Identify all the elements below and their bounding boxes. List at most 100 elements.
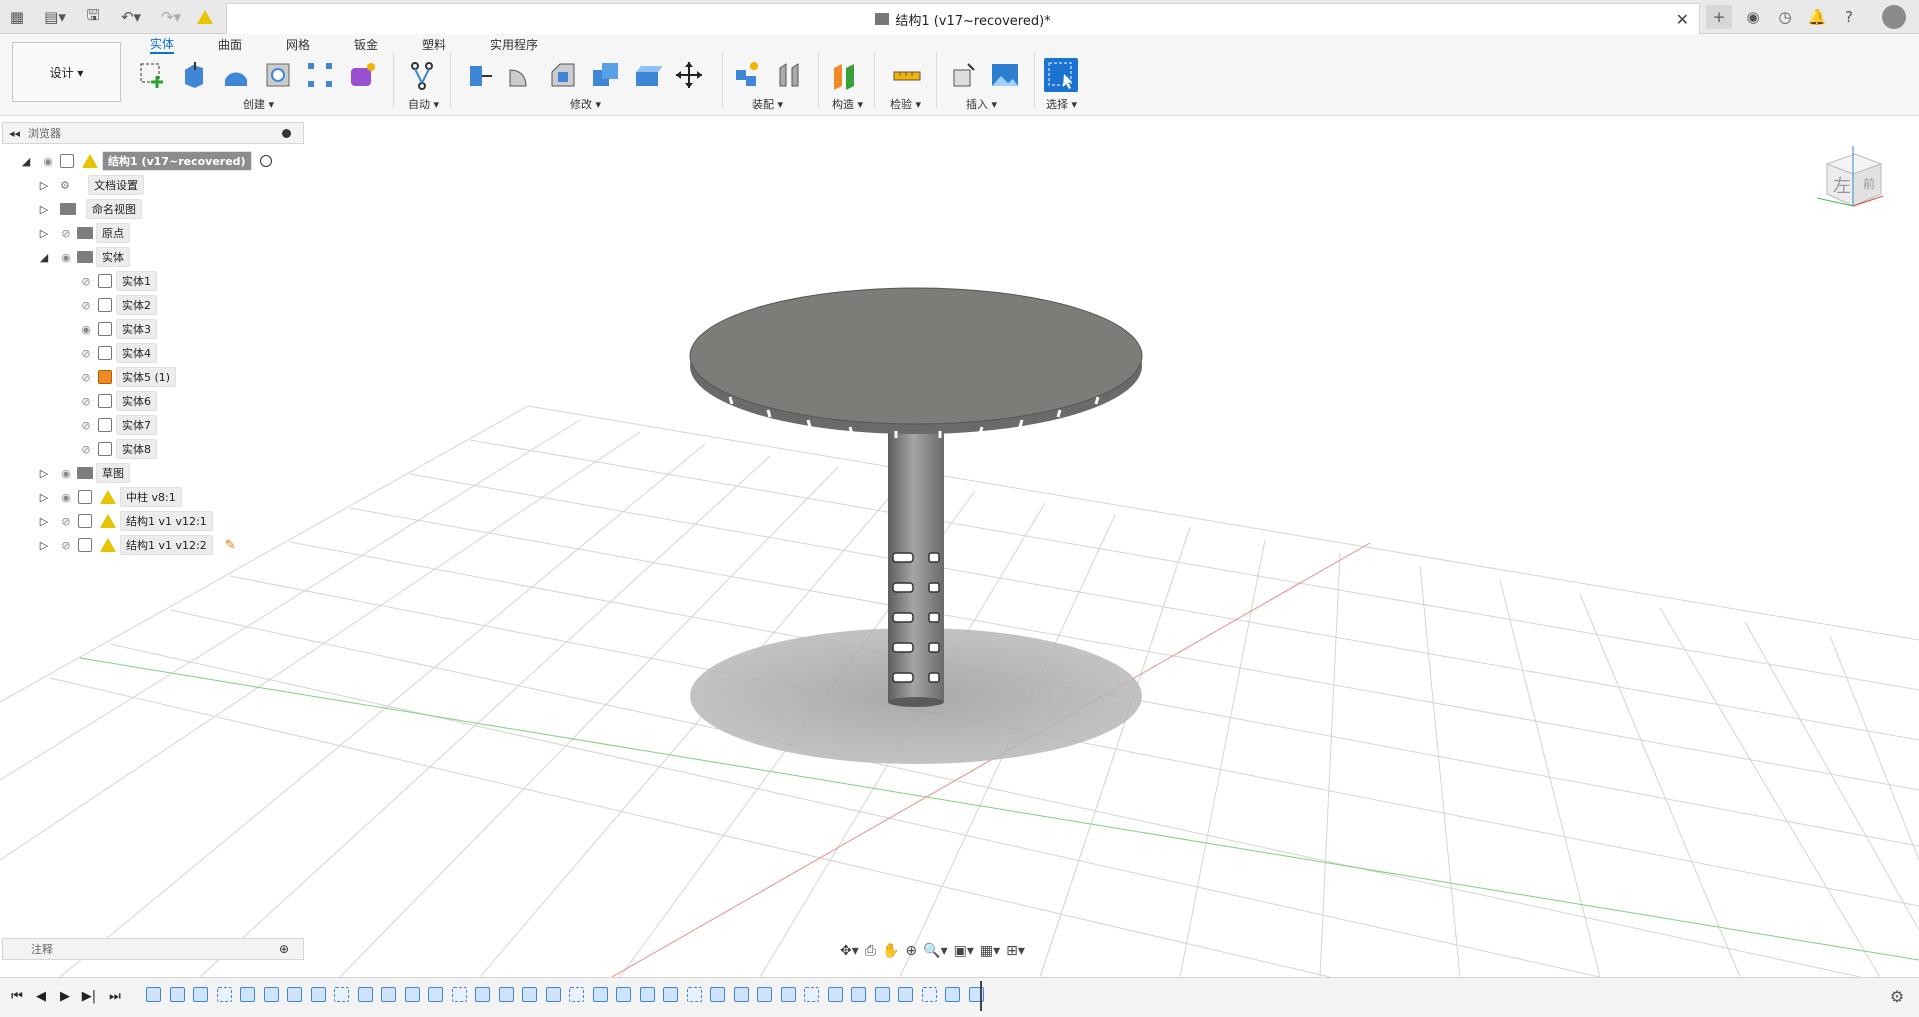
tab-solid[interactable]: 实体: [150, 34, 175, 54]
timeline-feature-icon[interactable]: [874, 987, 890, 1002]
center-column[interactable]: [888, 430, 944, 702]
hole-icon[interactable]: [261, 58, 295, 92]
add-annotation-icon[interactable]: ⊕: [279, 942, 289, 956]
save-icon[interactable]: 🖫: [82, 5, 104, 29]
collapse-icon[interactable]: ◢: [20, 155, 32, 168]
timeline-feature-icon[interactable]: [216, 987, 232, 1002]
zoom-icon[interactable]: ⊕: [905, 943, 917, 959]
move-icon[interactable]: [672, 58, 706, 92]
group-modify-label[interactable]: 修改 ▾: [570, 96, 601, 112]
timeline-feature-icon[interactable]: [569, 987, 584, 1002]
tree-item-body-6[interactable]: ⊘ 实体6: [78, 391, 157, 411]
revolve-icon[interactable]: [219, 58, 253, 92]
grid-menu-icon[interactable]: ▦: [6, 5, 28, 29]
timeline-feature-icon[interactable]: [522, 987, 537, 1002]
hidden-eye-icon[interactable]: ⊘: [78, 442, 94, 456]
timeline-feature-icon[interactable]: [193, 987, 208, 1002]
timeline-first-icon[interactable]: ⏮: [8, 987, 26, 1005]
timeline-feature-icon[interactable]: [381, 987, 396, 1002]
tab-utilities[interactable]: 实用程序: [490, 34, 538, 54]
hidden-eye-icon[interactable]: ⊘: [78, 298, 94, 312]
timeline-feature-icon[interactable]: [733, 987, 749, 1002]
tree-item-body-3[interactable]: ◉ 实体3: [78, 319, 157, 339]
timeline-feature-icon[interactable]: [240, 987, 255, 1002]
canvas-image-icon[interactable]: [988, 58, 1022, 92]
activate-radio-icon[interactable]: [259, 155, 272, 167]
timeline-feature-icon[interactable]: [616, 987, 631, 1002]
tree-item-sketches[interactable]: ▷ ◉ 草图: [38, 463, 130, 483]
annotations-panel-header[interactable]: 注释 ⊕: [2, 938, 304, 960]
pattern-icon[interactable]: [303, 58, 337, 92]
timeline-feature-icon[interactable]: [757, 987, 772, 1002]
hidden-eye-icon[interactable]: ⊘: [58, 226, 74, 240]
timeline-feature-icon[interactable]: [945, 987, 960, 1002]
tree-item-body-2[interactable]: ⊘ 实体2: [78, 295, 157, 315]
view-cube[interactable]: 左 前: [1809, 142, 1889, 222]
timeline-feature-icon[interactable]: [898, 987, 913, 1002]
extrude-icon[interactable]: [177, 58, 211, 92]
tree-item-body-5[interactable]: ⊘ 实体5 (1): [78, 367, 177, 387]
tree-item-origin[interactable]: ▷ ⊘ 原点: [38, 223, 130, 243]
visibility-eye-icon[interactable]: ◉: [58, 250, 74, 264]
visibility-eye-icon[interactable]: ◉: [58, 466, 74, 480]
workspace-switcher[interactable]: 设计 ▾: [12, 42, 121, 102]
grid-settings-icon[interactable]: ▦▾: [980, 943, 1000, 959]
timeline-feature-icon[interactable]: [498, 987, 514, 1002]
timeline-play-icon[interactable]: ▶: [56, 987, 74, 1005]
timeline-feature-icon[interactable]: [780, 987, 796, 1002]
timeline-feature-icon[interactable]: [827, 987, 843, 1002]
insert-derive-icon[interactable]: [946, 58, 980, 92]
timeline-feature-icon[interactable]: [451, 987, 467, 1002]
create-sketch-icon[interactable]: [135, 58, 169, 92]
expand-icon[interactable]: ▷: [38, 227, 50, 240]
job-status-icon[interactable]: ◷: [1772, 5, 1798, 29]
timeline-settings-gear-icon[interactable]: ⚙: [1888, 987, 1906, 1006]
tree-item-named-views[interactable]: ▷ 命名视图: [38, 199, 142, 219]
visibility-eye-icon[interactable]: ◉: [58, 490, 74, 504]
file-menu-icon[interactable]: ▤▾: [38, 5, 72, 29]
timeline-feature-icon[interactable]: [710, 987, 725, 1002]
visibility-eye-icon[interactable]: ◉: [78, 322, 94, 336]
timeline-feature-icon[interactable]: [169, 987, 185, 1002]
group-insert-label[interactable]: 插入 ▾: [966, 96, 997, 112]
timeline-feature-icon[interactable]: [263, 987, 279, 1002]
group-construct-label[interactable]: 构造 ▾: [832, 96, 863, 112]
fillet-icon[interactable]: [504, 58, 538, 92]
hidden-eye-icon[interactable]: ⊘: [58, 538, 74, 552]
tree-item-bodies[interactable]: ◢ ◉ 实体: [38, 247, 130, 267]
expand-icon[interactable]: ▷: [38, 491, 50, 504]
tree-item-body-1[interactable]: ⊘ 实体1: [78, 271, 157, 291]
timeline-marker[interactable]: [980, 981, 982, 1011]
collapse-icon[interactable]: ◢: [38, 251, 50, 264]
timeline-feature-icon[interactable]: [310, 987, 326, 1002]
visibility-eye-icon[interactable]: ◉: [40, 154, 56, 168]
timeline-prev-icon[interactable]: ◀: [32, 987, 50, 1005]
tree-item-structure-2[interactable]: ▷ ⊘ 结构1 v1 v12:2 ✎: [38, 535, 236, 555]
redo-icon[interactable]: ↷▾: [156, 5, 186, 29]
chamfer-icon[interactable]: [546, 58, 580, 92]
timeline-feature-icon[interactable]: [921, 987, 937, 1002]
zoom-window-icon[interactable]: 🔍▾: [923, 943, 947, 959]
expand-icon[interactable]: ▷: [38, 539, 50, 552]
table-top[interactable]: [689, 287, 1143, 438]
timeline-feature-icon[interactable]: [357, 987, 373, 1002]
help-icon[interactable]: ?: [1836, 5, 1862, 29]
joint-icon[interactable]: [772, 58, 806, 92]
timeline-feature-icon[interactable]: [639, 987, 655, 1002]
warning-icon[interactable]: [194, 5, 216, 29]
viewports-icon[interactable]: ⊞▾: [1006, 943, 1025, 959]
timeline-feature-icon[interactable]: [475, 987, 490, 1002]
3d-viewport[interactable]: [0, 116, 1919, 978]
tree-root[interactable]: ◢ ◉ 结构1 (v17~recovered): [20, 151, 272, 171]
display-settings-icon[interactable]: ▣▾: [954, 943, 974, 959]
tab-plastic[interactable]: 塑料: [422, 34, 446, 54]
hidden-eye-icon[interactable]: ⊘: [78, 346, 94, 360]
edit-pencil-icon[interactable]: ✎: [225, 538, 236, 553]
pan-icon[interactable]: ✋: [882, 943, 899, 959]
user-avatar[interactable]: [1880, 5, 1908, 29]
press-pull-icon[interactable]: [462, 58, 496, 92]
hidden-eye-icon[interactable]: ⊘: [78, 370, 94, 384]
tree-item-body-7[interactable]: ⊘ 实体7: [78, 415, 157, 435]
group-inspect-label[interactable]: 检验 ▾: [890, 96, 921, 112]
orbit-icon[interactable]: ✥▾: [840, 943, 859, 959]
